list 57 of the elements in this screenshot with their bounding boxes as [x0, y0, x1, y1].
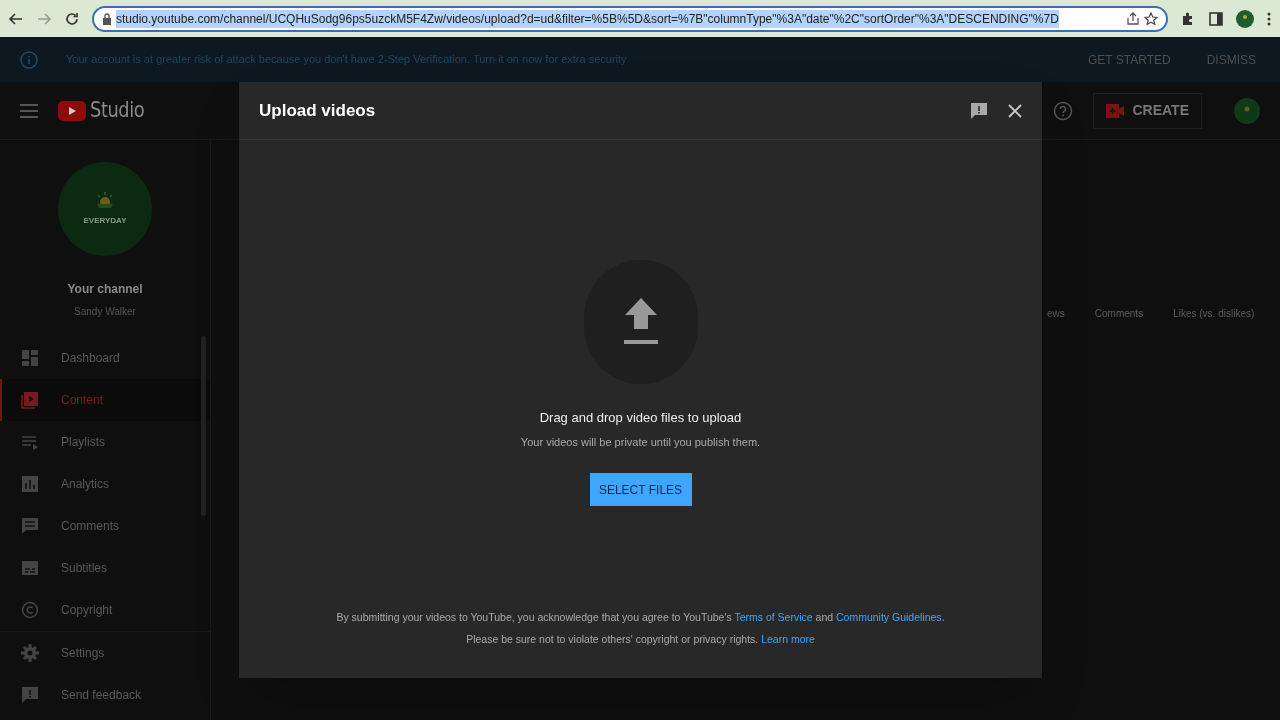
subtitles-icon: [21, 559, 39, 577]
url-text: studio.youtube.com/channel/UCQHuSodg96ps5uzckM5F4Zw/videos/upload?d=ud&filter=%5B%5D&sort=%7B"columnType"%3A"date"%2C"sortOrder"%3A"DESCENDING"%7D: [116, 9, 1059, 28]
legal-link[interactable]: Learn more: [761, 633, 815, 646]
help-icon: [1053, 100, 1074, 121]
star-icon[interactable]: [1144, 11, 1158, 26]
sidebar-item[interactable]: Send feedback: [0, 674, 210, 716]
dialog-title: Upload videos: [259, 99, 377, 122]
playlist-icon: [21, 433, 39, 451]
play-logo-icon: [58, 100, 86, 121]
upload-heading: Drag and drop video files to upload: [539, 409, 742, 427]
column-header: Comments: [1094, 307, 1144, 321]
more-icon[interactable]: [1266, 10, 1272, 27]
feedback-icon[interactable]: [970, 101, 988, 120]
info-icon: [20, 50, 38, 69]
sidebar-item[interactable]: Comments: [0, 505, 210, 547]
feedback-icon: [21, 686, 39, 704]
dashboard-icon: [21, 349, 39, 367]
legal-link[interactable]: Terms of Service: [734, 610, 813, 623]
studio-logo[interactable]: Studio: [58, 94, 154, 127]
channel-avatar[interactable]: EVERYDAY: [58, 162, 152, 256]
sidebar-item[interactable]: Copyright: [0, 589, 210, 631]
alert-action-button[interactable]: GET STARTED: [1083, 50, 1175, 69]
account-avatar-icon[interactable]: [1234, 97, 1260, 124]
alert-action-button[interactable]: DISMISS: [1202, 50, 1260, 69]
avatar-text: EVERYDAY: [83, 215, 127, 227]
legal-link[interactable]: Community Guidelines: [836, 610, 942, 623]
create-button[interactable]: CREATE: [1093, 92, 1202, 129]
column-header: Likes (vs. dislikes): [1173, 307, 1255, 321]
bar-chart-icon: [21, 475, 39, 493]
column-header: ews: [1047, 307, 1065, 321]
legal-text: By submitting your videos to YouTube, you acknowledge that you agree to YouTube's Terms of Service and Community Guidelines.: [336, 609, 945, 625]
channel-title: Your channel: [67, 281, 143, 298]
reload-icon[interactable]: [64, 10, 80, 27]
menu-icon[interactable]: [20, 103, 38, 118]
side-panel-icon[interactable]: [1208, 10, 1224, 27]
profile-avatar-icon[interactable]: [1236, 9, 1254, 28]
sidebar-item[interactable]: Playlists: [0, 421, 210, 463]
settings-icon: [21, 644, 39, 662]
copyright-icon: [21, 601, 39, 619]
select-files-button[interactable]: SELECT FILES: [589, 473, 692, 506]
close-icon[interactable]: [1008, 103, 1022, 118]
camera-plus-icon: [1106, 103, 1125, 118]
sidebar-item[interactable]: Analytics: [0, 463, 210, 505]
address-bar[interactable]: studio.youtube.com/channel/UCQHuSodg96ps5uzckM5F4Zw/videos/upload?d=ud&filter=%5B%5D&sort=%7B"columnType"%3A"date"%2C"sortOrder"%3A"DESCENDING"%7D: [92, 5, 1168, 32]
legal-text: Please be sure not to violate others' copyright or privacy rights. Learn more: [466, 632, 815, 648]
lock-icon: [102, 12, 112, 25]
sidebar-item[interactable]: Content: [0, 379, 210, 421]
play-square-icon: [21, 391, 39, 409]
back-icon[interactable]: [8, 10, 24, 27]
share-icon[interactable]: [1126, 11, 1140, 26]
upload-subtext: Your videos will be private until you publish them.: [520, 434, 761, 450]
channel-name: Sandy Walker: [74, 305, 136, 319]
sidebar-item[interactable]: Subtitles: [0, 547, 210, 589]
sidebar-item[interactable]: Settings: [0, 632, 210, 674]
comment-icon: [21, 517, 39, 535]
sidebar-item[interactable]: Dashboard: [0, 337, 210, 379]
upload-icon: [623, 298, 658, 346]
